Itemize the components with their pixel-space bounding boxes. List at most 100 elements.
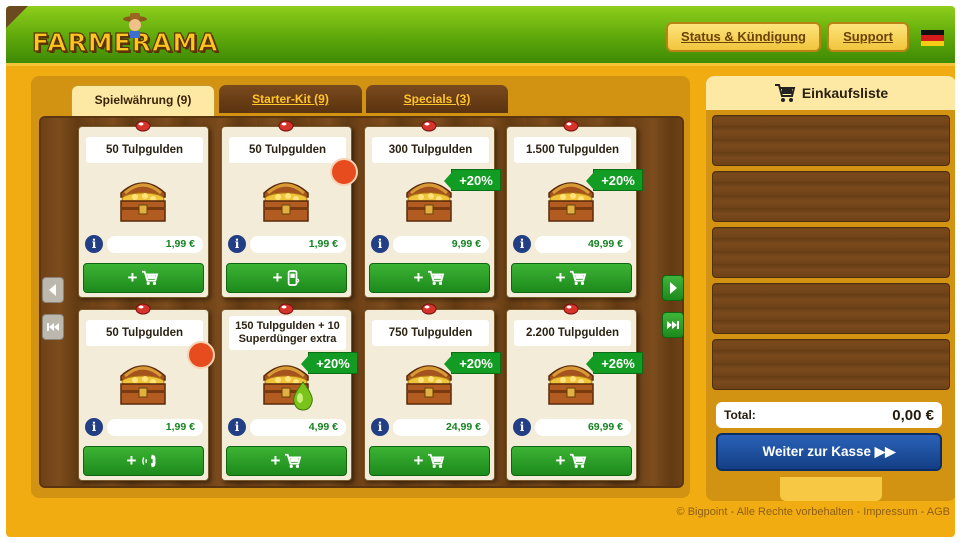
status-cancellation-button[interactable]: Status & Kündigung xyxy=(666,22,821,52)
shopping-list-title: Einkaufsliste xyxy=(801,85,889,101)
mobile-payment-badge xyxy=(330,158,358,186)
plus-icon: + xyxy=(413,268,424,287)
pin-icon xyxy=(278,120,294,132)
info-icon[interactable]: i xyxy=(228,235,246,253)
bonus-badge: +20% xyxy=(444,352,501,374)
info-icon[interactable]: i xyxy=(85,418,103,436)
add-to-cart-button[interactable]: + xyxy=(369,263,490,293)
plus-icon: + xyxy=(126,451,137,470)
cart-slot xyxy=(712,171,950,222)
cart-slot xyxy=(712,115,950,166)
info-icon[interactable]: i xyxy=(228,418,246,436)
product-name: 50 Tulpgulden xyxy=(86,320,203,346)
telephone-icon xyxy=(140,453,160,469)
pin-icon xyxy=(563,303,579,315)
fertilizer-drop-icon xyxy=(288,380,318,412)
total-bar: Total: 0,00 € xyxy=(716,402,942,428)
bonus-badge: +20% xyxy=(444,169,501,191)
add-to-cart-button[interactable]: + xyxy=(83,446,204,476)
cart-icon xyxy=(427,270,445,286)
cart-icon xyxy=(141,270,159,286)
product-card: 150 Tulpgulden + 10 Superdünger extra +2… xyxy=(221,303,358,481)
cart-icon xyxy=(569,453,587,469)
last-page-button[interactable] xyxy=(662,312,684,338)
add-to-cart-button[interactable]: + xyxy=(511,446,632,476)
add-to-cart-button[interactable]: + xyxy=(226,263,347,293)
tab-spielwaehrung[interactable]: Spielwährung (9) xyxy=(71,85,215,117)
product-name: 2.200 Tulpgulden xyxy=(514,320,631,346)
add-to-cart-button[interactable]: + xyxy=(83,263,204,293)
tab-specials[interactable]: Specials (3) xyxy=(366,85,508,113)
shop-window: FARMERAMA Status & Kündigung Support Spi… xyxy=(6,6,955,537)
shopping-list-panel: Einkaufsliste Total: 0,00 € Weiter zur K… xyxy=(706,76,955,501)
product-name: 50 Tulpgulden xyxy=(229,137,346,163)
product-name: 50 Tulpgulden xyxy=(86,137,203,163)
product-price: 1,99 € xyxy=(250,236,346,253)
product-price: 4,99 € xyxy=(250,419,346,436)
info-icon[interactable]: i xyxy=(513,235,531,253)
total-value: 0,00 € xyxy=(892,406,934,424)
info-icon[interactable]: i xyxy=(371,418,389,436)
arrow-right-icon xyxy=(670,282,677,294)
plus-icon: + xyxy=(555,451,566,470)
add-to-cart-button[interactable]: + xyxy=(226,446,347,476)
footer-text[interactable]: © Bigpoint - Alle Rechte vorbehalten - I… xyxy=(656,506,950,518)
cart-slot xyxy=(712,283,950,334)
bonus-badge: +20% xyxy=(586,169,643,191)
bonus-badge: +20% xyxy=(301,352,358,374)
product-card: 50 Tulpgulden i 1,99 € + xyxy=(78,120,209,298)
add-to-cart-button[interactable]: + xyxy=(369,446,490,476)
pin-icon xyxy=(421,120,437,132)
german-flag-icon[interactable] xyxy=(921,30,944,46)
product-price: 69,99 € xyxy=(535,419,631,436)
skip-to-start-icon xyxy=(47,323,59,331)
product-name: 300 Tulpgulden xyxy=(372,137,489,163)
skip-to-end-icon xyxy=(667,321,679,329)
cart-bottom-tab xyxy=(780,477,882,501)
product-name: 150 Tulpgulden + 10 Superdünger extra xyxy=(229,316,346,350)
mobile-phone-icon xyxy=(286,270,300,286)
pin-icon xyxy=(563,120,579,132)
treasure-chest-icon xyxy=(113,356,173,408)
cart-icon xyxy=(284,453,302,469)
product-price: 9,99 € xyxy=(393,236,489,253)
cart-items-list xyxy=(712,115,950,395)
info-icon[interactable]: i xyxy=(513,418,531,436)
checkout-button[interactable]: Weiter zur Kasse ▶▶ xyxy=(716,433,942,471)
pin-icon xyxy=(278,303,294,315)
treasure-chest-icon xyxy=(256,173,316,225)
support-button[interactable]: Support xyxy=(827,22,909,52)
corner-decoration xyxy=(6,6,28,28)
product-price: 49,99 € xyxy=(535,236,631,253)
product-card: 300 Tulpgulden +20% i 9,99 € + xyxy=(364,120,501,298)
top-bar: FARMERAMA Status & Kündigung Support xyxy=(6,6,955,66)
farmerama-logo: FARMERAMA xyxy=(31,12,218,62)
product-card: 50 Tulpgulden i 1,99 € + xyxy=(221,120,358,298)
cart-icon xyxy=(427,453,445,469)
farmer-mascot-icon xyxy=(123,13,147,38)
bonus-badge: +26% xyxy=(586,352,643,374)
tab-starter-kit[interactable]: Starter-Kit (9) xyxy=(219,85,362,113)
first-page-button[interactable] xyxy=(42,314,64,340)
cart-slot xyxy=(712,227,950,278)
product-card: 1.500 Tulpgulden +20% i 49,99 € + xyxy=(506,120,643,298)
product-name: 1.500 Tulpgulden xyxy=(514,137,631,163)
arrow-left-icon xyxy=(49,284,56,296)
info-icon[interactable]: i xyxy=(85,235,103,253)
phone-payment-badge xyxy=(187,341,215,369)
product-price: 1,99 € xyxy=(107,419,203,436)
product-card: 2.200 Tulpgulden +26% i 69,99 € + xyxy=(506,303,643,481)
add-to-cart-button[interactable]: + xyxy=(511,263,632,293)
shopping-cart-icon xyxy=(774,84,796,102)
plus-icon: + xyxy=(413,451,424,470)
product-card: 50 Tulpgulden i 1,99 € + xyxy=(78,303,215,481)
next-page-button[interactable] xyxy=(662,275,684,301)
product-price: 24,99 € xyxy=(393,419,489,436)
cart-icon xyxy=(569,270,587,286)
cart-slot xyxy=(712,339,950,390)
previous-page-button[interactable] xyxy=(42,277,64,303)
product-name: 750 Tulpgulden xyxy=(372,320,489,346)
info-icon[interactable]: i xyxy=(371,235,389,253)
plus-icon: + xyxy=(270,451,281,470)
pin-icon xyxy=(421,303,437,315)
